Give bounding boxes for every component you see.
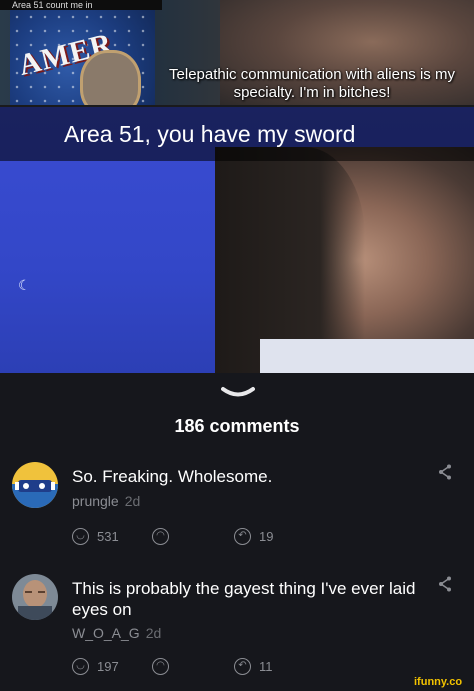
- reply-icon: ↶: [234, 528, 251, 545]
- comment-meta: prungle 2d: [72, 493, 140, 509]
- avatar[interactable]: [12, 462, 58, 508]
- avatar-image: [12, 462, 58, 508]
- comment-text: So. Freaking. Wholesome.: [72, 467, 273, 486]
- poster-face: [80, 50, 141, 105]
- collapse-chevron-icon[interactable]: [221, 386, 255, 400]
- avatar-image: [12, 574, 58, 620]
- comment-meta: W_O_A_G 2d: [72, 625, 161, 641]
- comment-text: This is probably the gayest thing I've e…: [72, 579, 416, 619]
- share-icon[interactable]: [438, 576, 452, 597]
- share-icon[interactable]: [438, 464, 452, 485]
- caption-top: Telepathic communication with aliens is …: [169, 66, 455, 101]
- comments-count: 186 comments: [174, 416, 300, 436]
- upvote-button[interactable]: ◡ 197: [72, 658, 119, 675]
- moon-icon: ☾: [18, 277, 31, 293]
- downvote-button[interactable]: ◠: [152, 658, 177, 675]
- top-strip-text: Area 51 count me in: [0, 0, 162, 10]
- caption-bottom: Area 51, you have my sword: [64, 121, 356, 147]
- meme-image[interactable]: Area 51 count me in AMER Telepathic comm…: [0, 0, 474, 373]
- america-poster: AMER: [10, 10, 155, 105]
- comment-time: 2d: [124, 493, 141, 509]
- meme-top-panel: Area 51 count me in AMER Telepathic comm…: [0, 0, 474, 105]
- smile-icon: ◡: [72, 528, 89, 545]
- smile-icon: ◡: [72, 658, 89, 675]
- comment-item: So. Freaking. Wholesome. prungle 2d ◡ 531 …: [0, 460, 474, 555]
- comment-item: This is probably the gayest thing I've e…: [0, 572, 474, 684]
- frown-icon: ◠: [152, 528, 169, 545]
- upvote-count: 197: [97, 659, 119, 674]
- reply-icon: ↶: [234, 658, 251, 675]
- frown-icon: ◠: [152, 658, 169, 675]
- reply-count: 11: [259, 659, 273, 674]
- shirt-collar: [260, 339, 474, 373]
- reply-count: 19: [259, 529, 274, 544]
- comment-time: 2d: [145, 625, 162, 641]
- upvote-button[interactable]: ◡ 531: [72, 528, 119, 545]
- meme-bottom-panel: ☾ Area 51, you have my sword: [0, 107, 474, 373]
- reply-button[interactable]: ↶ 19: [234, 528, 273, 545]
- reply-button[interactable]: ↶ 11: [234, 658, 273, 675]
- comment-author[interactable]: prungle: [72, 493, 119, 509]
- watermark: ifunny.co: [414, 676, 463, 688]
- comment-author[interactable]: W_O_A_G: [72, 625, 140, 641]
- caption-banner: Area 51, you have my sword: [0, 107, 474, 161]
- downvote-button[interactable]: ◠: [152, 528, 177, 545]
- upvote-count: 531: [97, 529, 119, 544]
- avatar[interactable]: [12, 574, 58, 620]
